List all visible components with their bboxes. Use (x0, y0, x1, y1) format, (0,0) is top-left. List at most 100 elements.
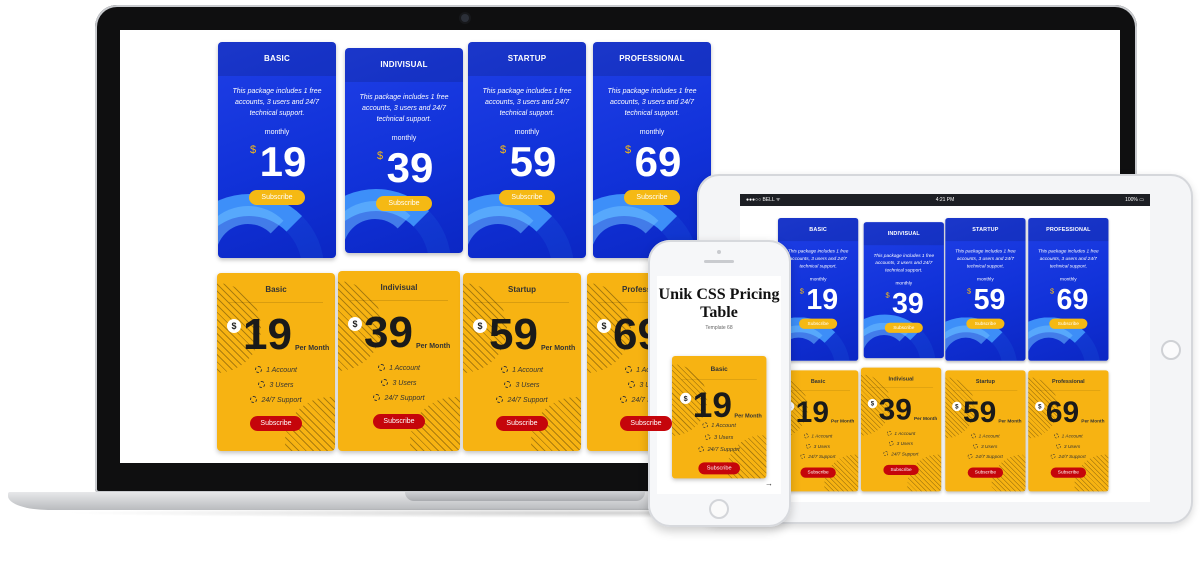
subscribe-button[interactable]: Subscribe (698, 462, 740, 475)
billing-period: monthly (514, 129, 540, 136)
subscribe-button[interactable]: Subscribe (250, 416, 302, 431)
price-amount: 39 (891, 287, 924, 320)
per-month-label: Per Month (998, 419, 1022, 425)
price-amount: 59 (509, 138, 557, 185)
per-month-label: Per Month (831, 419, 855, 425)
blue-card-startup: STARTUP This package includes 1 free acc… (945, 218, 1026, 361)
blue-card-basic: BASIC This package includes 1 free accou… (218, 42, 336, 258)
blue-card-startup: STARTUP This package includes 1 free acc… (468, 42, 586, 258)
subscribe-button[interactable]: Subscribe (1049, 318, 1088, 329)
subscribe-button[interactable]: Subscribe (496, 416, 548, 431)
price-amount: 39 (364, 308, 413, 357)
arrow-right-icon[interactable]: → (765, 479, 773, 488)
per-month-label: Per Month (1081, 419, 1105, 425)
price-amount: 39 (386, 144, 434, 191)
dollar-icon: $ (680, 392, 692, 404)
plan-price: $ 69 Per Month (1028, 393, 1108, 431)
spinner-icon (698, 446, 705, 452)
plan-price: $ 69 (593, 140, 711, 184)
plan-price: $ 39 Per Month (338, 305, 460, 361)
subscribe-button[interactable]: Subscribe (1050, 467, 1086, 478)
subscribe-button[interactable]: Subscribe (968, 467, 1003, 478)
plan-name: PROFESSIONAL (593, 42, 711, 76)
plan-description: This package includes 1 free accounts, 3… (482, 88, 572, 117)
spinner-icon (255, 366, 263, 373)
price-amount: 69 (634, 138, 682, 185)
blue-card-professional: PROFESSIONAL This package includes 1 fre… (1028, 218, 1109, 361)
yellow-card-startup: Startup $ 59 Per Month 1 Account 3 Users… (463, 273, 581, 451)
yellow-card-basic: Basic $ 19 Per Month 1 Account 3 Users 2… (217, 273, 335, 451)
spinner-icon (803, 433, 809, 439)
billing-period: monthly (1060, 277, 1077, 282)
currency-symbol: $ (885, 291, 890, 300)
plan-description: This package includes 1 free accounts, 3… (787, 249, 849, 269)
plan-price: $ 39 (864, 287, 944, 320)
per-month-label: Per Month (734, 413, 762, 420)
subscribe-button[interactable]: Subscribe (376, 196, 432, 211)
dollar-icon: $ (473, 319, 487, 333)
subscribe-button[interactable]: Subscribe (624, 190, 680, 205)
spinner-icon (381, 379, 389, 386)
billing-period: monthly (264, 129, 290, 136)
dollar-icon: $ (597, 319, 611, 333)
subscribe-button[interactable]: Subscribe (620, 416, 672, 431)
plan-name: BASIC (778, 218, 859, 242)
yellow-card-indivisual: Indivisual $ 39 Per Month 1 Account 3 Us… (338, 271, 460, 451)
tablet-home-button[interactable] (1161, 340, 1181, 360)
spinner-icon (1054, 433, 1059, 439)
feature-item: 3 Users (338, 376, 460, 391)
spinner-icon (628, 381, 636, 388)
phone-home-button[interactable] (709, 499, 729, 519)
plan-name: STARTUP (945, 218, 1026, 242)
spinner-icon (1056, 443, 1062, 449)
yellow-card-professional: Professional $ 69 Per Month 1 Account 3 … (1028, 370, 1109, 492)
subscribe-button[interactable]: Subscribe (373, 414, 425, 429)
tablet-pricing-content: BASIC This package includes 1 free accou… (778, 218, 1150, 502)
subscribe-button[interactable]: Subscribe (799, 318, 837, 329)
subscribe-button[interactable]: Subscribe (885, 322, 923, 333)
subscribe-button[interactable]: Subscribe (883, 464, 919, 476)
spinner-icon (496, 396, 504, 403)
feature-item: 3 Users (463, 378, 581, 393)
price-amount: 59 (973, 283, 1006, 316)
laptop-notch (405, 492, 645, 501)
plan-price: $ 39 (345, 146, 463, 190)
price-amount: 69 (1056, 283, 1089, 316)
spinner-icon (883, 451, 889, 456)
subscribe-button[interactable]: Subscribe (249, 190, 305, 205)
currency-symbol: $ (250, 144, 257, 156)
blue-card-professional: PROFESSIONAL This package includes 1 fre… (593, 42, 711, 258)
spinner-icon (886, 430, 892, 436)
billing-period: monthly (895, 281, 913, 286)
subscribe-button[interactable]: Subscribe (499, 190, 555, 205)
plan-price: $ 19 Per Month (217, 307, 335, 363)
spinner-icon (625, 366, 633, 373)
plan-price: $ 59 Per Month (945, 393, 1025, 431)
subscribe-button[interactable]: Subscribe (966, 318, 1005, 329)
dollar-icon: $ (1035, 401, 1045, 412)
tablet-screen: ●●●○○ BELL ᯤ 4:21 PM 100% ▭ BASIC This p… (740, 194, 1150, 502)
plan-name: INDIVISUAL (863, 222, 944, 246)
yellow-card-basic: Basic $ 19 Per Month 1 Account 3 Users 2… (672, 356, 767, 479)
spinner-icon (501, 366, 509, 373)
dollar-icon: $ (348, 317, 362, 331)
plan-price: $ 19 Per Month (672, 383, 766, 425)
plan-price: $ 39 Per Month (861, 391, 941, 429)
feature-item: 3 Users (945, 442, 1025, 452)
plan-description: This package includes 1 free accounts, 3… (955, 249, 1016, 269)
subscribe-button[interactable]: Subscribe (800, 467, 836, 478)
status-time: 4:21 PM (935, 197, 955, 203)
plan-name: PROFESSIONAL (1028, 218, 1109, 242)
spinner-icon (373, 394, 381, 401)
currency-symbol: $ (625, 144, 632, 156)
dollar-icon: $ (227, 319, 241, 333)
spinner-icon (968, 453, 973, 459)
page-subtitle: Template 68 (705, 325, 733, 331)
per-month-label: Per Month (914, 416, 938, 422)
plan-description: This package includes 1 free accounts, 3… (359, 94, 449, 123)
blue-card-indivisual: INDIVISUAL This package includes 1 free … (863, 222, 944, 359)
phone-pricing-content: Basic $ 19 Per Month 1 Account 3 Users 2… (672, 356, 768, 494)
dollar-icon: $ (952, 401, 962, 412)
price-amount: 59 (489, 310, 538, 359)
phone-camera (717, 250, 721, 254)
